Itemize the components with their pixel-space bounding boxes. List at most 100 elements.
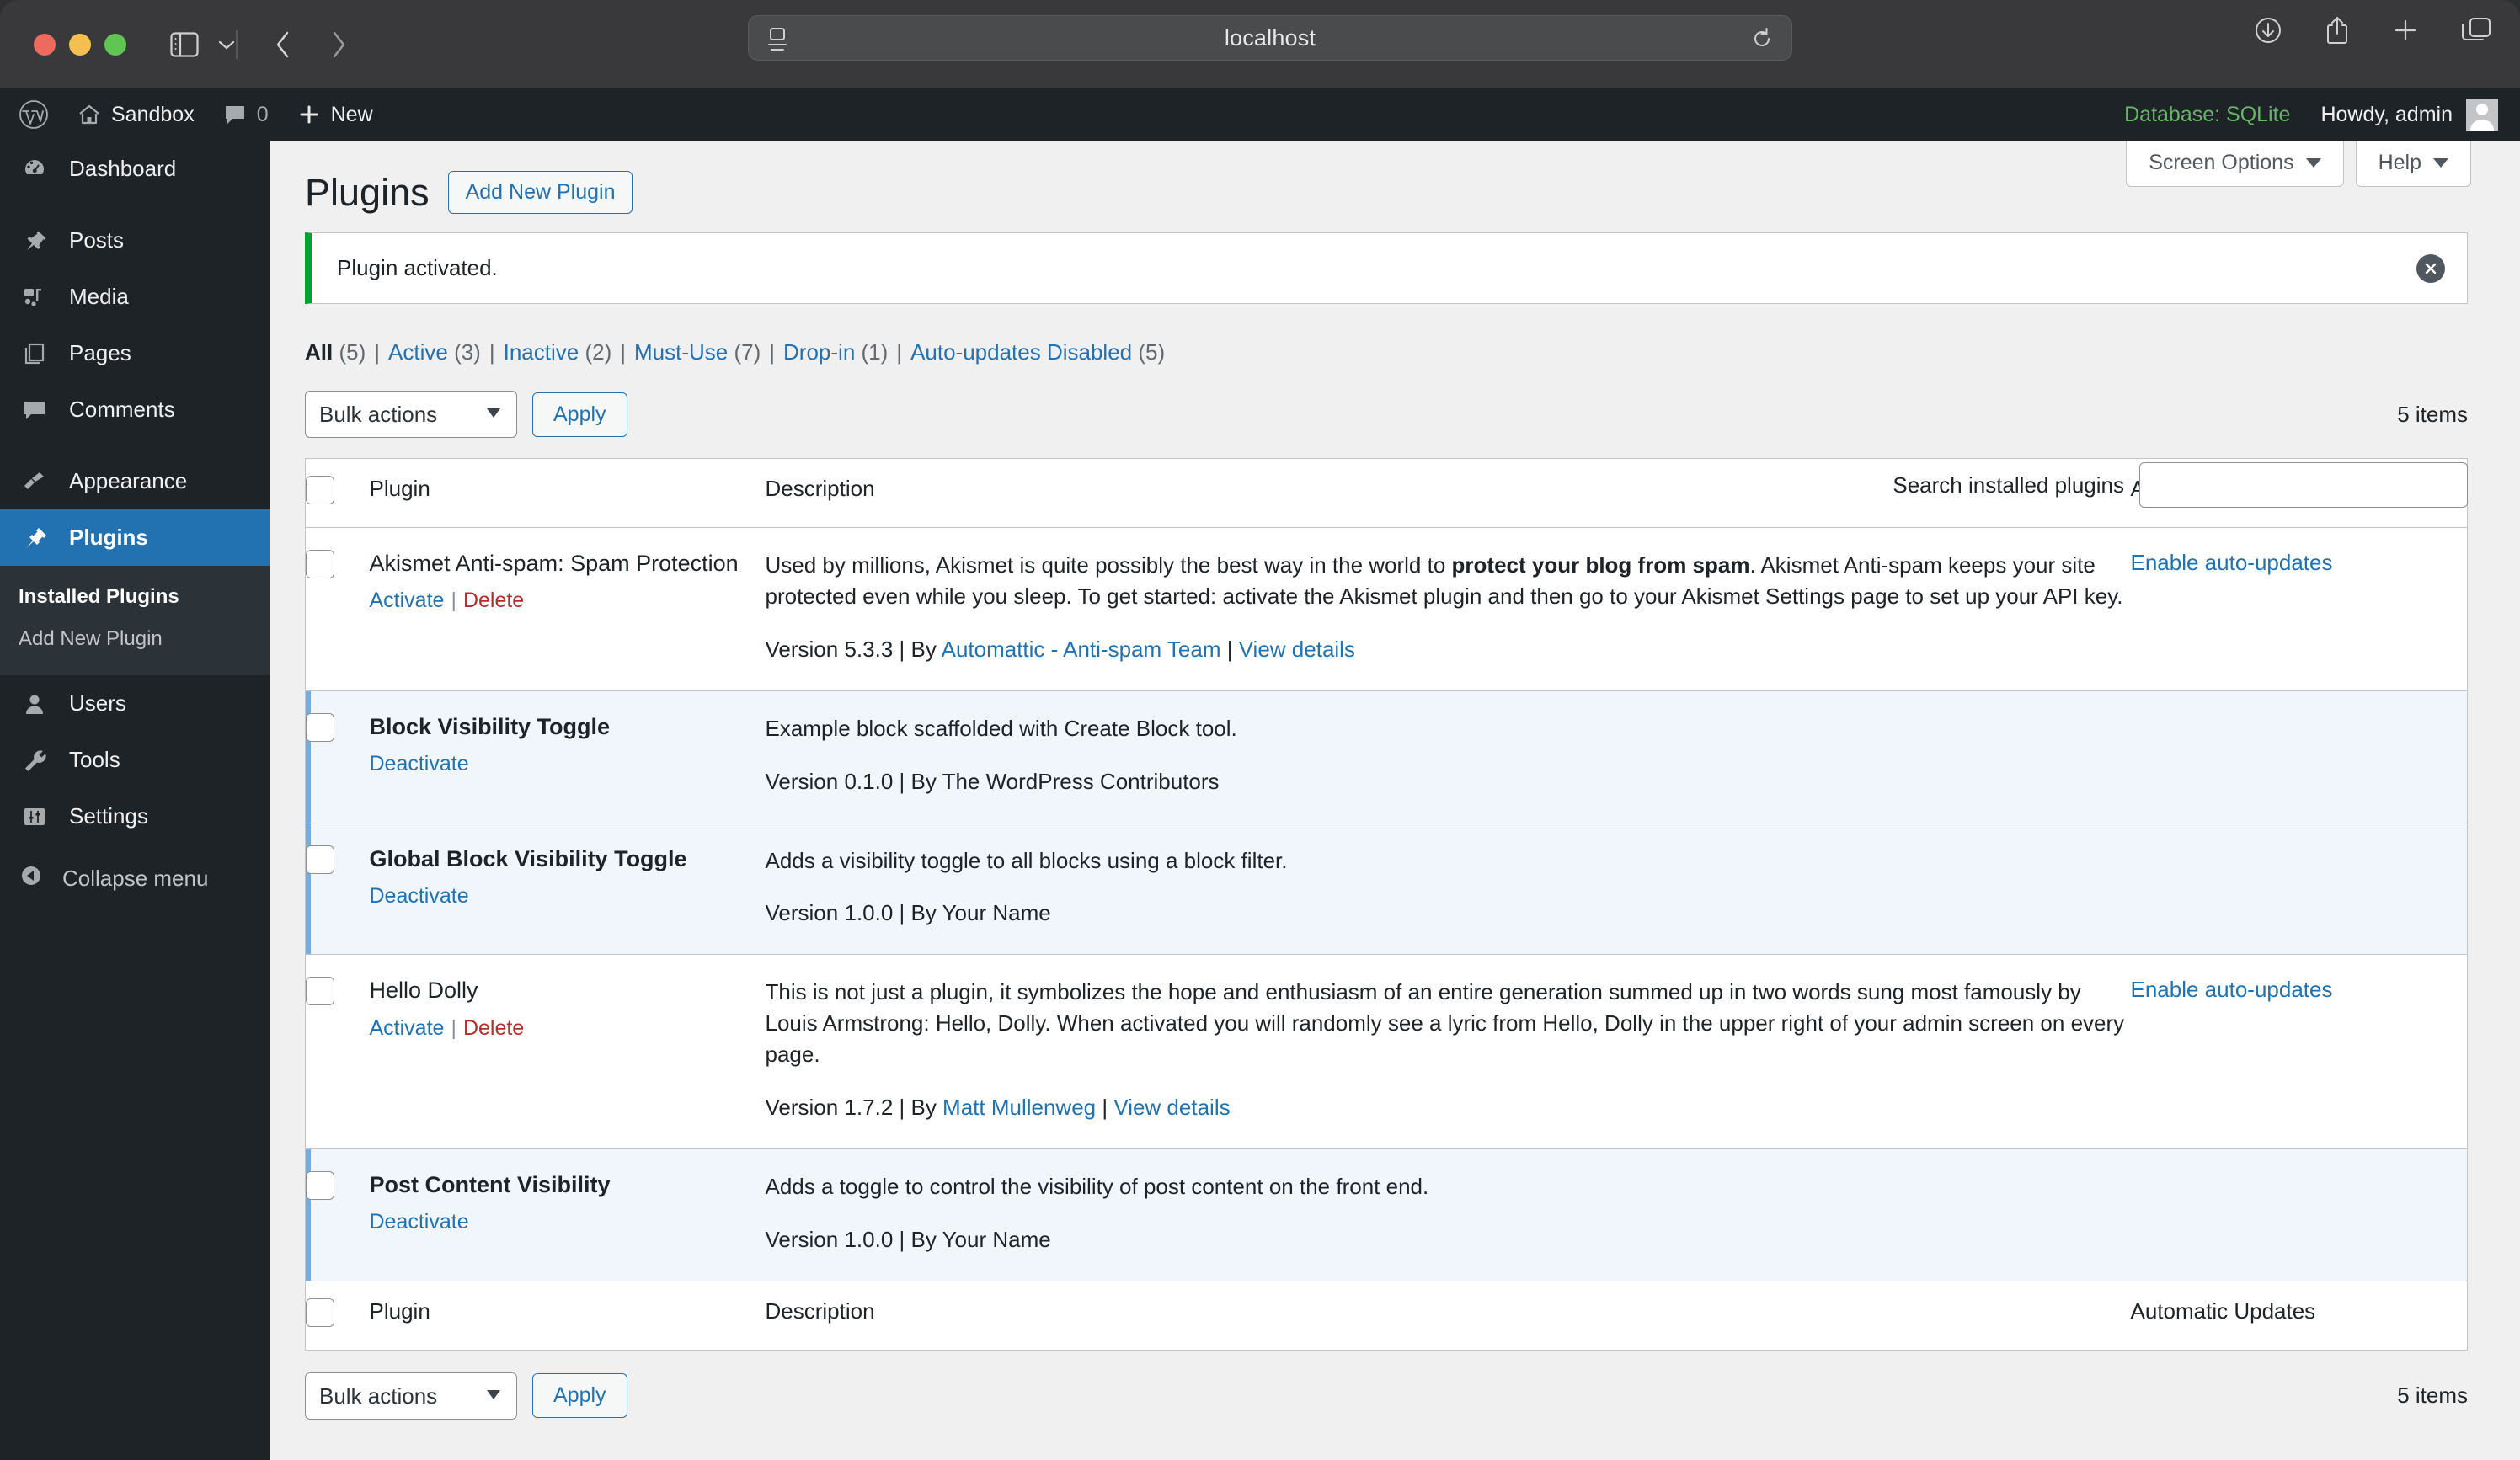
plus-icon[interactable] [2392, 17, 2419, 44]
column-footer-auto-updates: Automatic Updates [2130, 1280, 2468, 1351]
pages-icon [19, 341, 51, 366]
database-indicator[interactable]: Database: SQLite [2109, 103, 2305, 127]
row-actions: Activate | Delete [369, 1015, 525, 1040]
submenu-item-add-new-plugin[interactable]: Add New Plugin [0, 618, 270, 660]
column-footer-description: Description [765, 1280, 2131, 1351]
close-window-button[interactable] [34, 33, 56, 56]
deactivate-link[interactable]: Deactivate [370, 884, 469, 908]
sidebar-item-settings[interactable]: Settings [0, 788, 270, 845]
site-name-label: Sandbox [111, 102, 195, 126]
row-checkbox[interactable] [306, 712, 334, 742]
row-checkbox[interactable] [306, 977, 334, 1006]
add-new-plugin-button[interactable]: Add New Plugin [447, 171, 633, 214]
address-bar[interactable]: localhost [748, 15, 1792, 61]
row-actions: Deactivate [370, 752, 766, 776]
sidebar-item-comments[interactable]: Comments [0, 381, 270, 438]
activate-link[interactable]: Activate [370, 589, 445, 612]
sidebar-item-posts[interactable]: Posts [0, 212, 270, 269]
filter-active[interactable]: Active [388, 339, 448, 365]
plugin-meta: Version 1.0.0 | By Your Name [765, 1226, 1051, 1252]
pin-icon [19, 228, 51, 253]
table-row: Akismet Anti-spam: Spam Protection Activ… [305, 527, 2468, 691]
browser-chrome: localhost [0, 0, 2520, 88]
bulk-actions-select-bottom[interactable]: Bulk actions [305, 1372, 517, 1420]
minimize-window-button[interactable] [69, 33, 91, 56]
table-row: Global Block Visibility Toggle Deactivat… [305, 822, 2468, 955]
row-checkbox[interactable] [306, 845, 334, 874]
select-all-checkbox-bottom[interactable] [306, 1297, 334, 1327]
home-icon [77, 103, 101, 126]
chevron-down-icon[interactable] [217, 39, 236, 51]
sidebar-toggle-icon[interactable] [170, 31, 199, 57]
wordpress-logo-button[interactable] [0, 88, 63, 141]
forward-chevron-icon[interactable] [330, 30, 347, 59]
deactivate-link[interactable]: Deactivate [370, 752, 469, 775]
comment-bubble-icon [19, 397, 51, 423]
filter-drop-in[interactable]: Drop-in [783, 339, 855, 365]
site-name-menu[interactable]: Sandbox [63, 88, 209, 141]
filter-inactive[interactable]: Inactive [504, 339, 579, 365]
sidebar-item-appearance[interactable]: Appearance [0, 453, 270, 509]
plugin-author-link[interactable]: Matt Mullenweg [942, 1095, 1096, 1120]
search-input[interactable] [2139, 462, 2468, 508]
row-checkbox[interactable] [306, 550, 334, 578]
bulk-actions-select-top[interactable]: Bulk actions [305, 391, 517, 438]
sidebar-item-plugins[interactable]: Plugins [0, 509, 270, 566]
help-button[interactable]: Help [2355, 141, 2471, 187]
delete-link[interactable]: Delete [463, 1016, 524, 1040]
filter-auto-updates-disabled[interactable]: Auto-updates Disabled [910, 339, 1132, 365]
view-details-link[interactable]: View details [1239, 637, 1355, 662]
apply-button-bottom[interactable]: Apply [532, 1373, 627, 1419]
enable-auto-updates-link[interactable]: Enable auto-updates [2131, 977, 2333, 1002]
page-title: Plugins [305, 170, 430, 214]
reload-icon[interactable] [1751, 26, 1773, 51]
screen-options-button[interactable]: Screen Options [2126, 141, 2344, 187]
select-all-checkbox-top[interactable] [306, 476, 334, 504]
bulk-actions-select-wrapper: Bulk actions [305, 391, 517, 438]
row-checkbox[interactable] [306, 1170, 334, 1200]
sidebar-item-users[interactable]: Users [0, 675, 270, 732]
auto-updates-cell [2130, 690, 2468, 823]
plugins-submenu: Installed Plugins Add New Plugin [0, 566, 270, 675]
close-circle-icon[interactable] [2416, 253, 2445, 283]
filter-must-use[interactable]: Must-Use [634, 339, 728, 365]
sliders-icon [19, 804, 51, 829]
paintbrush-icon [19, 469, 51, 494]
comments-menu[interactable]: 0 [209, 88, 283, 141]
plugin-name: Hello Dolly [369, 978, 478, 1004]
tablenav-top: Bulk actions Apply 5 items [305, 391, 2468, 438]
submenu-item-installed-plugins[interactable]: Installed Plugins [0, 576, 270, 618]
plugin-meta: Version 0.1.0 | By The WordPress Contrib… [765, 768, 1220, 794]
view-details-link[interactable]: View details [1113, 1095, 1230, 1120]
sidebar-item-label: Media [69, 284, 129, 309]
deactivate-link[interactable]: Deactivate [370, 1210, 469, 1234]
tab-overview-icon[interactable] [2461, 17, 2491, 44]
search-label: Search installed plugins [1893, 472, 2124, 498]
maximize-window-button[interactable] [104, 33, 126, 56]
activate-link[interactable]: Activate [370, 1016, 445, 1040]
plugin-name: Block Visibility Toggle [369, 713, 611, 739]
enable-auto-updates-link[interactable]: Enable auto-updates [2131, 550, 2333, 575]
sidebar-item-media[interactable]: Media [0, 269, 270, 325]
new-content-menu[interactable]: New [283, 88, 387, 141]
sidebar-item-dashboard[interactable]: Dashboard [0, 141, 270, 197]
wordpress-logo-icon [19, 99, 49, 130]
back-chevron-icon[interactable] [275, 30, 291, 59]
reader-view-icon[interactable] [767, 27, 788, 52]
plugin-description: Adds a toggle to control the visibility … [765, 1173, 1429, 1199]
select-all-header [305, 458, 370, 528]
account-menu[interactable]: Howdy, admin [2305, 99, 2520, 131]
window-controls[interactable] [34, 33, 126, 56]
sidebar-item-pages[interactable]: Pages [0, 325, 270, 381]
delete-link[interactable]: Delete [463, 589, 524, 612]
main-content: Screen Options Help Plugins Add New Plug… [270, 141, 2520, 1460]
share-icon[interactable] [2325, 15, 2350, 45]
collapse-menu-button[interactable]: Collapse menu [0, 845, 270, 913]
sidebar-item-tools[interactable]: Tools [0, 732, 270, 788]
dashboard-icon [19, 157, 51, 182]
filter-all[interactable]: All (5) [305, 339, 366, 365]
downloads-icon[interactable] [2254, 16, 2282, 45]
plugin-author-link[interactable]: Automattic - Anti-spam Team [942, 637, 1221, 662]
apply-button-top[interactable]: Apply [532, 392, 627, 437]
chevron-down-icon [2305, 158, 2321, 168]
